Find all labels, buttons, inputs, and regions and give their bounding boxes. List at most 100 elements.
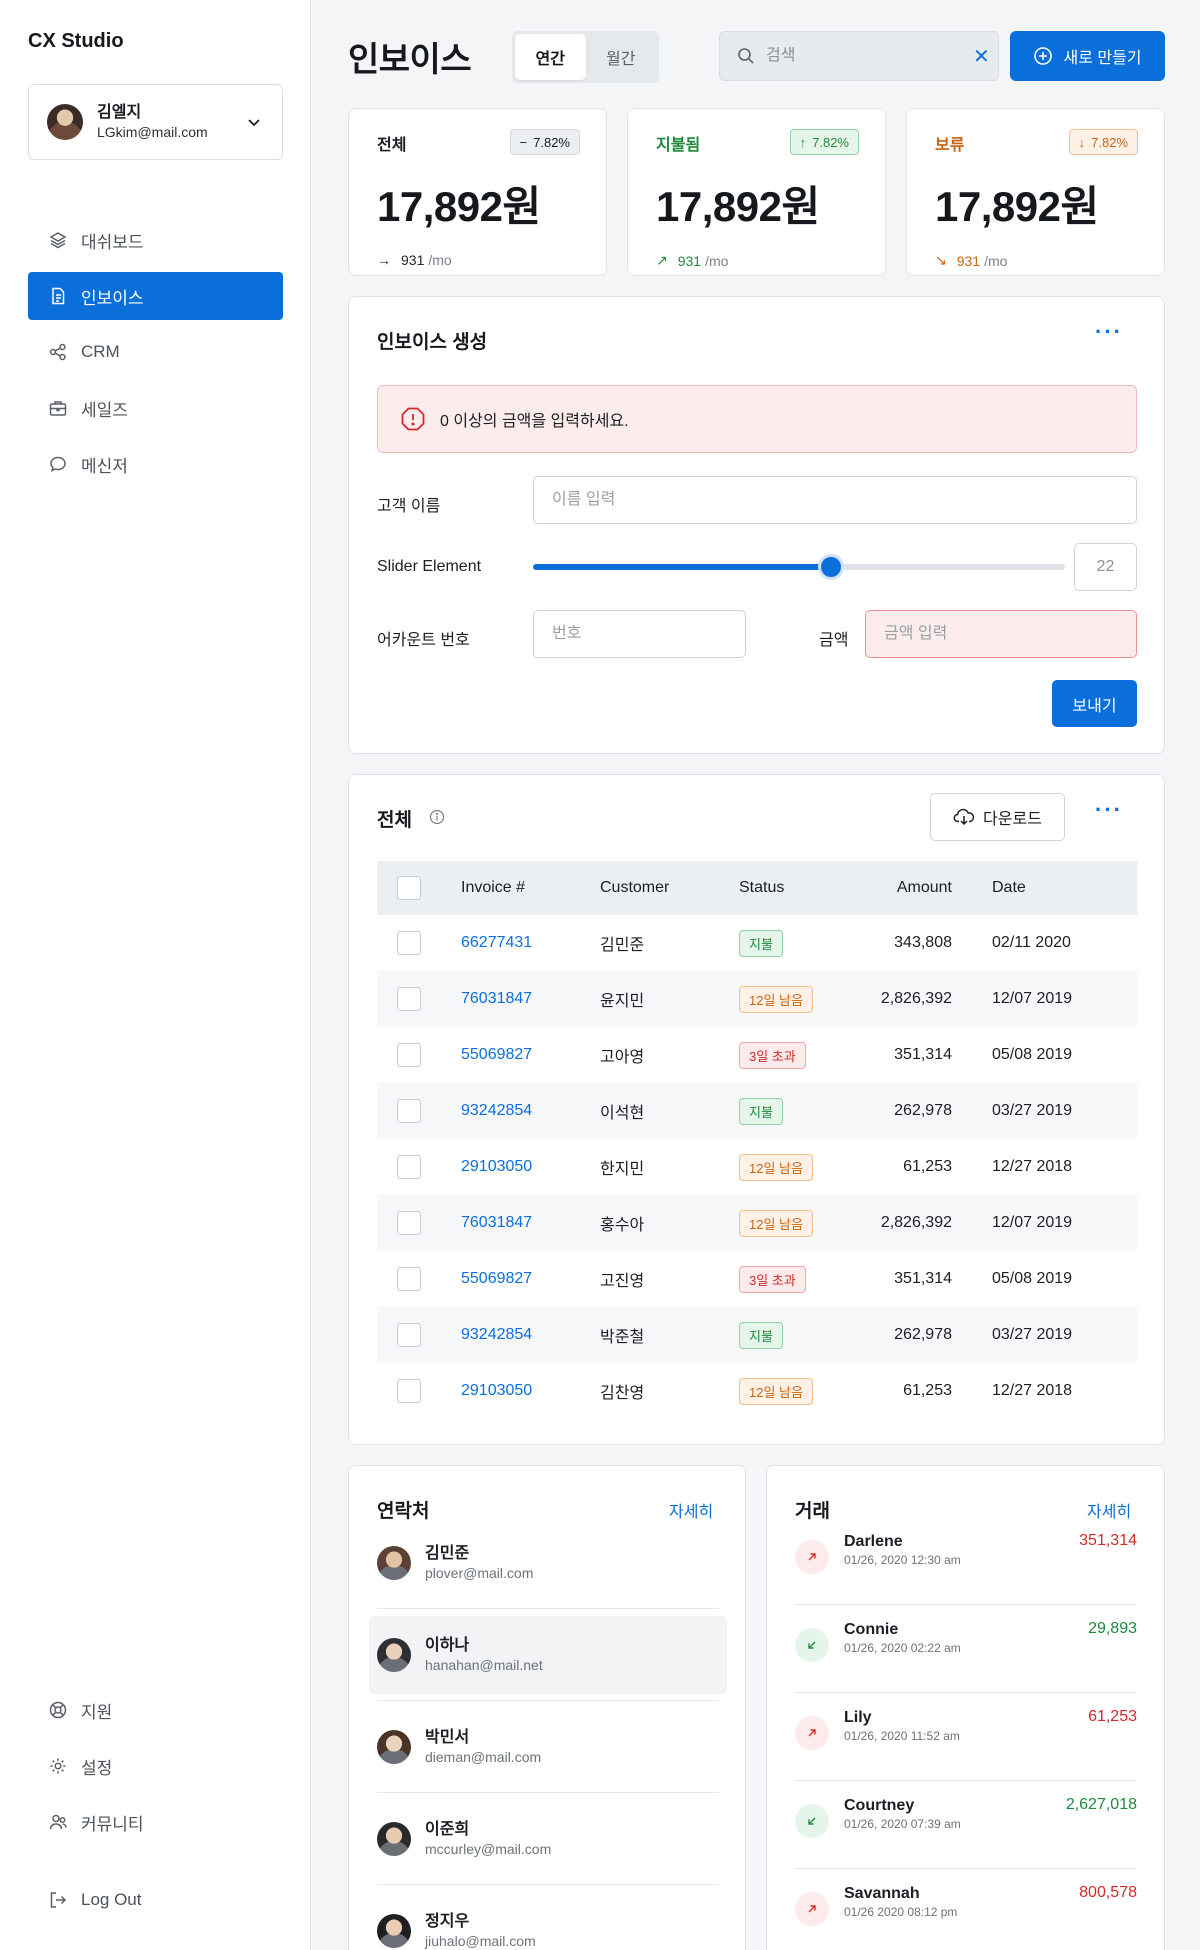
contact-name: 이하나	[425, 1637, 470, 1654]
nav-item-support[interactable]: 지원	[28, 1686, 283, 1734]
amount-cell: 351,314	[894, 1046, 952, 1063]
deal-date: 01/26 2020 08:12 pm	[844, 1905, 958, 1919]
contact-item[interactable]: 박민서 dieman@mail.com	[369, 1708, 727, 1786]
nav-item-settings[interactable]: 설정	[28, 1742, 283, 1790]
invoice-link[interactable]: 76031847	[461, 1195, 600, 1251]
cloud-download-icon	[953, 806, 975, 828]
user-switcher[interactable]: 김엘지 LGkim@mail.com	[28, 84, 283, 160]
invoice-link[interactable]: 55069827	[461, 1027, 600, 1083]
row-checkbox[interactable]	[397, 1099, 421, 1123]
col-header-customer[interactable]: Customer	[600, 861, 739, 915]
deals-more-link[interactable]: 자세히	[1087, 1498, 1131, 1522]
table-row[interactable]: 55069827 고진영 3일 초과 351,314 05/08 2019	[377, 1251, 1137, 1307]
divider	[795, 1604, 1137, 1605]
contact-item[interactable]: 이하나 hanahan@mail.net	[369, 1616, 727, 1694]
slider-thumb[interactable]	[817, 554, 844, 580]
invoice-link[interactable]: 93242854	[461, 1307, 600, 1363]
invoice-link[interactable]: 76031847	[461, 971, 600, 1027]
date-cell: 03/27 2019	[992, 1326, 1073, 1343]
customer-cell: 이석현	[600, 1105, 645, 1122]
invoice-link[interactable]: 29103050	[461, 1363, 600, 1419]
nav-item-community[interactable]: 커뮤니티	[28, 1798, 283, 1846]
card-title: 전체	[377, 810, 412, 831]
table-row[interactable]: 29103050 한지민 12일 남음 61,253 12/27 2018	[377, 1139, 1137, 1195]
nav-item-crm[interactable]: CRM	[28, 328, 283, 376]
table-row[interactable]: 66277431 김민준 지불 343,808 02/11 2020	[377, 915, 1137, 971]
table-row[interactable]: 55069827 고아영 3일 초과 351,314 05/08 2019	[377, 1027, 1137, 1083]
nav-item-invoice[interactable]: 인보이스	[28, 272, 283, 320]
deal-item[interactable]: Courtney 01/26, 2020 07:39 am 2,627,018	[795, 1788, 1137, 1858]
table-row[interactable]: 76031847 홍수아 12일 남음 2,826,392 12/07 2019	[377, 1195, 1137, 1251]
invoice-link[interactable]: 55069827	[461, 1251, 600, 1307]
row-checkbox[interactable]	[397, 1211, 421, 1235]
invoice-link[interactable]: 66277431	[461, 915, 600, 971]
amount-cell: 343,808	[894, 934, 952, 951]
deal-date: 01/26, 2020 12:30 am	[844, 1553, 961, 1567]
deal-date: 01/26, 2020 02:22 am	[844, 1641, 961, 1655]
deal-item[interactable]: Lily 01/26, 2020 11:52 am 61,253	[795, 1700, 1137, 1770]
amount-slider[interactable]	[533, 554, 1065, 580]
logout-section: Log Out	[28, 1876, 283, 1932]
download-label: 다운로드	[983, 811, 1042, 828]
select-all-checkbox[interactable]	[397, 876, 421, 900]
search-input[interactable]	[766, 47, 973, 65]
customer-name-input[interactable]	[533, 476, 1137, 524]
table-row[interactable]: 29103050 김찬영 12일 남음 61,253 12/27 2018	[377, 1363, 1137, 1419]
table-row[interactable]: 76031847 윤지민 12일 남음 2,826,392 12/07 2019	[377, 971, 1137, 1027]
nav-item-messenger[interactable]: 메신저	[28, 440, 283, 488]
tab-monthly[interactable]: 월간	[586, 34, 657, 80]
contacts-more-link[interactable]: 자세히	[669, 1498, 713, 1522]
nav-item-label: 인보이스	[81, 288, 144, 308]
more-options-icon[interactable]: ···	[1095, 797, 1123, 823]
table-row[interactable]: 93242854 이석현 지불 262,978 03/27 2019	[377, 1083, 1137, 1139]
amount-cell: 2,826,392	[880, 990, 952, 1007]
send-button[interactable]: 보내기	[1052, 680, 1137, 727]
row-checkbox[interactable]	[397, 987, 421, 1011]
row-checkbox[interactable]	[397, 1379, 421, 1403]
contact-email: jiuhalo@mail.com	[425, 1933, 536, 1949]
table-row[interactable]: 93242854 박준철 지불 262,978 03/27 2019	[377, 1307, 1137, 1363]
arrow-down-right-icon: ↘	[935, 252, 947, 268]
deal-item[interactable]: Darlene 01/26, 2020 12:30 am 351,314	[795, 1524, 1137, 1594]
col-header-date[interactable]: Date	[992, 861, 1137, 915]
row-checkbox[interactable]	[397, 1155, 421, 1179]
row-checkbox[interactable]	[397, 1267, 421, 1291]
contact-item[interactable]: 정지우 jiuhalo@mail.com	[369, 1892, 727, 1950]
account-number-input[interactable]	[533, 610, 746, 658]
invoice-icon	[47, 285, 69, 307]
tab-yearly[interactable]: 연간	[515, 34, 586, 80]
amount-cell: 61,253	[903, 1382, 952, 1399]
download-button[interactable]: 다운로드	[930, 793, 1065, 841]
invoice-link[interactable]: 93242854	[461, 1083, 600, 1139]
user-name: 김엘지	[97, 104, 142, 121]
amount-input[interactable]	[865, 610, 1137, 658]
deal-name: Courtney	[844, 1797, 915, 1814]
deal-item[interactable]: Connie 01/26, 2020 02:22 am 29,893	[795, 1612, 1137, 1682]
contact-email: hanahan@mail.net	[425, 1657, 543, 1673]
contacts-card: 연락처 자세히 김민준 plover@mail.com 이하나 hanahan@mai…	[348, 1465, 746, 1950]
contact-item[interactable]: 김민준 plover@mail.com	[369, 1524, 727, 1602]
create-new-button[interactable]: 새로 만들기	[1010, 31, 1165, 81]
contact-avatar	[377, 1638, 411, 1672]
stat-card-paid: 지불됨 ↑ 7.82% 17,892원 ↗ 931 /mo	[627, 108, 886, 276]
info-icon[interactable]	[429, 809, 445, 825]
more-options-icon[interactable]: ···	[1095, 319, 1123, 345]
gear-icon	[47, 1755, 69, 1777]
nav-item-sales[interactable]: 세일즈	[28, 384, 283, 432]
nav-item-dashboard[interactable]: 대쉬보드	[28, 216, 283, 264]
contact-item[interactable]: 이준희 mccurley@mail.com	[369, 1800, 727, 1878]
col-header-amount[interactable]: Amount	[859, 861, 992, 915]
clear-search-icon[interactable]: ✕	[973, 44, 990, 69]
deal-item[interactable]: Savannah 01/26 2020 08:12 pm 800,578	[795, 1876, 1137, 1946]
slider-label: Slider Element	[377, 558, 482, 575]
divider	[377, 1608, 719, 1609]
row-checkbox[interactable]	[397, 931, 421, 955]
brand-logo[interactable]: CX Studio	[28, 30, 124, 53]
date-cell: 12/27 2018	[992, 1382, 1073, 1399]
invoice-link[interactable]: 29103050	[461, 1139, 600, 1195]
col-header-status[interactable]: Status	[739, 861, 859, 915]
row-checkbox[interactable]	[397, 1043, 421, 1067]
col-header-invoice[interactable]: Invoice #	[461, 861, 600, 915]
logout-button[interactable]: Log Out	[28, 1876, 283, 1924]
row-checkbox[interactable]	[397, 1323, 421, 1347]
